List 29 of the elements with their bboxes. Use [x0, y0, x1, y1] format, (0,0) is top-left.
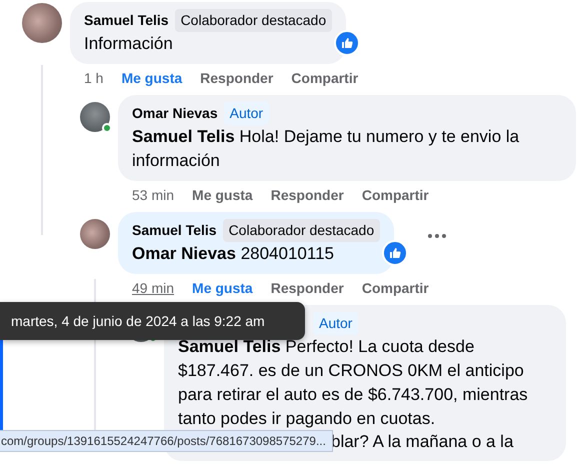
author-name[interactable]: Samuel Telis — [84, 10, 169, 31]
timestamp-link[interactable]: 49 min — [132, 278, 174, 299]
action-link[interactable]: Compartir — [291, 68, 358, 89]
action-link[interactable]: Me gusta — [192, 185, 253, 206]
avatar[interactable] — [80, 219, 110, 249]
date-tooltip: martes, 4 de junio de 2024 a las 9:22 am — [0, 302, 305, 340]
timestamp-link[interactable]: 53 min — [132, 185, 174, 206]
avatar[interactable] — [80, 102, 110, 132]
status-bar-url: com/groups/1391615524247766/posts/7681673098575279... — [0, 430, 333, 452]
action-link[interactable]: Responder — [270, 185, 344, 206]
comment-text: Información — [84, 33, 174, 55]
author-name[interactable]: Omar Nievas — [132, 103, 218, 124]
timestamp-link[interactable]: 1 h — [84, 68, 104, 89]
action-link[interactable]: Me gusta — [121, 68, 182, 89]
author-badge: Colaborador destacado — [174, 9, 332, 32]
author-name[interactable]: Samuel Telis — [132, 220, 217, 241]
author-badge: Autor — [224, 102, 270, 125]
comment-text: Samuel Telis Hola! Dejame tu numero y te envio la información — [132, 126, 520, 172]
action-link[interactable]: Compartir — [362, 278, 429, 299]
action-link[interactable]: Me gusta — [192, 278, 253, 299]
avatar[interactable] — [22, 3, 62, 43]
action-link[interactable]: Compartir — [362, 185, 429, 206]
thumbs-up-icon — [389, 247, 402, 259]
comment-text: Omar Nievas 2804010115 — [132, 243, 335, 265]
action-link[interactable]: Responder — [200, 68, 274, 89]
author-badge: Autor — [313, 312, 358, 335]
action-link[interactable]: Responder — [270, 278, 344, 299]
thumbs-up-icon — [341, 37, 354, 49]
author-badge: Colaborador destacado — [222, 219, 380, 242]
